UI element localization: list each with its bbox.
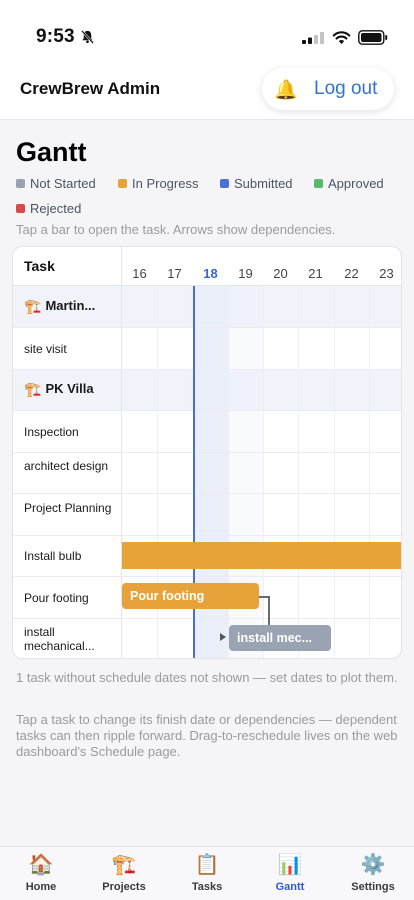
tab-label: Gantt: [275, 881, 305, 893]
project-row-pk-villa[interactable]: 🏗️ PK Villa: [13, 369, 401, 411]
gantt-bar-install-bulb[interactable]: [122, 542, 401, 569]
gantt-bar-pour-footing[interactable]: Pour footing: [122, 583, 259, 609]
bell-slash-icon: [81, 30, 94, 44]
tab-label: Home: [25, 881, 57, 893]
day-label: 16: [132, 266, 147, 281]
tab-label: Settings: [351, 881, 395, 893]
task-label: Pour footing: [24, 591, 89, 605]
gear-icon: ⚙️: [360, 854, 386, 876]
gantt-hint: Tap a bar to open the task. Arrows show …: [16, 222, 336, 237]
crane-icon: 🏗️: [24, 381, 42, 397]
tab-gantt[interactable]: 📊 Gantt: [255, 853, 325, 893]
day-label: 17: [167, 266, 182, 281]
day-label-today: 18: [203, 266, 218, 281]
task-label: Inspection: [24, 425, 79, 439]
status-bar: 9:53: [0, 0, 414, 62]
project-name: PK Villa: [45, 381, 94, 396]
legend-item-in-progress: In Progress: [118, 176, 198, 191]
task-column-header: Task: [24, 258, 55, 274]
day-label: 19: [238, 266, 253, 281]
gantt-header: Task 16 17 18 19 20 21 22 23: [13, 247, 401, 286]
project-label: 🏗️ PK Villa: [24, 381, 116, 397]
dependency-connector: [268, 596, 270, 626]
crane-icon: 🏗️: [111, 854, 137, 876]
gantt-chart: Task 16 17 18 19 20 21 22 23 🏗️ Martin..…: [12, 246, 402, 659]
legend-item-approved: Approved: [314, 176, 384, 191]
project-row-martin[interactable]: 🏗️ Martin...: [13, 286, 401, 328]
task-row-site-visit[interactable]: site visit: [13, 328, 401, 370]
day-label: 21: [308, 266, 323, 281]
legend-swatch: [16, 204, 25, 213]
task-row-install-mechanical[interactable]: install mechanical...: [13, 618, 401, 658]
legend-label: Rejected: [30, 201, 82, 216]
unscheduled-note: 1 task without schedule dates not shown …: [16, 670, 398, 685]
legend-swatch: [118, 179, 127, 188]
tab-projects[interactable]: 🏗️ Projects: [89, 853, 159, 893]
task-label: Install bulb: [24, 549, 82, 563]
legend-label: Approved: [328, 176, 384, 191]
page-title: Gantt: [16, 137, 87, 167]
crane-icon: 🏗️: [24, 298, 42, 314]
tab-settings[interactable]: ⚙️ Settings: [338, 853, 408, 893]
tab-bar: 🏠 Home 🏗️ Projects 📋 Tasks 📊 Gantt ⚙️ Se…: [0, 846, 414, 900]
legend-swatch: [16, 179, 25, 188]
legend-swatch: [314, 179, 323, 188]
task-label: architect design: [24, 459, 109, 473]
wifi-icon: [332, 31, 351, 45]
task-label: install mechanical...: [24, 625, 95, 653]
help-note: Tap a task to change its finish date or …: [16, 712, 398, 759]
legend-item-not-started: Not Started: [16, 176, 96, 191]
day-label: 23: [379, 266, 394, 281]
clipboard-icon: 📋: [194, 854, 220, 876]
notifications-bell-icon[interactable]: 🔔: [274, 78, 298, 102]
status-time: 9:53: [36, 26, 75, 47]
battery-icon: [358, 30, 388, 45]
legend-label: In Progress: [132, 176, 199, 191]
legend-item-submitted: Submitted: [220, 176, 293, 191]
task-row-architect-design[interactable]: architect design: [13, 452, 401, 494]
day-label: 22: [344, 266, 359, 281]
task-row-inspection[interactable]: Inspection: [13, 411, 401, 453]
legend-swatch: [220, 179, 229, 188]
home-icon: 🏠: [28, 854, 54, 876]
project-label: 🏗️ Martin...: [24, 298, 116, 314]
bar-chart-icon: 📊: [277, 854, 303, 876]
tab-home[interactable]: 🏠 Home: [6, 853, 76, 893]
tab-tasks[interactable]: 📋 Tasks: [172, 853, 242, 893]
cellular-signal-icon: [302, 32, 324, 44]
task-label: site visit: [24, 342, 67, 356]
logout-button[interactable]: Log out: [314, 78, 377, 100]
legend-label: Submitted: [234, 176, 293, 191]
task-row-project-planning[interactable]: Project Planning: [13, 494, 401, 536]
app-header: CrewBrew Admin 🔔 Log out: [0, 62, 414, 120]
app-title: CrewBrew Admin: [20, 79, 161, 98]
task-label: Project Planning: [24, 501, 112, 515]
legend-label: Not Started: [30, 176, 96, 191]
tab-label: Tasks: [191, 881, 223, 893]
dependency-arrow-icon: [220, 633, 226, 641]
tab-label: Projects: [102, 881, 146, 893]
day-label: 20: [273, 266, 288, 281]
project-name: Martin...: [45, 298, 96, 313]
header-actions: 🔔 Log out: [262, 68, 394, 110]
legend-item-rejected: Rejected: [16, 201, 81, 216]
gantt-bar-install-mechanical[interactable]: install mec...: [229, 625, 331, 651]
